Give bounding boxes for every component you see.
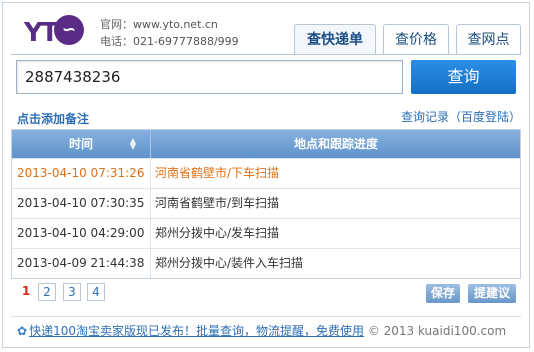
logo-text: YT: [24, 18, 59, 48]
tracking-number-input[interactable]: 2887438236: [16, 60, 403, 94]
row-location: 河南省鹤壁市/到车扫描: [155, 196, 280, 210]
row-location: 郑州分拨中心/装件入车扫描: [155, 256, 304, 270]
copyright: © 2013 kuaidi100.com: [367, 324, 507, 338]
tab-price[interactable]: 查价格: [383, 24, 449, 54]
website-url[interactable]: www.yto.net.cn: [133, 18, 218, 31]
tab-outlets[interactable]: 查网点: [456, 24, 521, 54]
suggest-button[interactable]: 提建议: [468, 284, 516, 303]
tracking-table: 时间 ▲ ▼ 地点和跟踪进度 2013-04-10 07:31:26 河南省鹤壁市…: [11, 129, 521, 279]
page-4[interactable]: 4: [87, 283, 105, 301]
promo-link[interactable]: 快递100淘宝卖家版现已发布！批量查询，物流提醒，免费使用: [29, 324, 364, 338]
search-bar: 2887438236 查询: [11, 54, 521, 100]
page-1[interactable]: 1: [17, 283, 35, 301]
table-row: 2013-04-10 07:30:35 河南省鹤壁市/到车扫描: [12, 188, 520, 218]
column-divider: [150, 189, 151, 218]
row-time: 2013-04-09 21:44:38: [17, 256, 145, 270]
page-3[interactable]: 3: [63, 283, 81, 301]
add-note-link[interactable]: 点击添加备注: [17, 110, 89, 127]
table-row: 2013-04-10 04:29:00 郑州分拨中心/发车扫描: [12, 218, 520, 248]
footer: ✿ 快递100淘宝卖家版现已发布！批量查询，物流提醒，免费使用 © 2013 ku…: [17, 322, 506, 339]
history-link[interactable]: 查询记录（百度登陆）: [401, 108, 521, 125]
save-button[interactable]: 保存: [426, 284, 460, 303]
site-info: 官网：www.yto.net.cn 电话：021-69777888/999: [100, 16, 239, 50]
row-location: 郑州分拨中心/发车扫描: [155, 226, 280, 240]
table-row: 2013-04-09 21:44:38 郑州分拨中心/装件入车扫描: [12, 248, 520, 278]
tab-track-package[interactable]: 查快递单: [294, 24, 376, 54]
row-time: 2013-04-10 04:29:00: [17, 226, 145, 240]
sort-icon[interactable]: ▲ ▼: [128, 137, 138, 151]
row-location: 河南省鹤壁市/下车扫描: [155, 166, 280, 180]
gear-icon: ✿: [17, 324, 28, 338]
location-column-header: 地点和跟踪进度: [293, 137, 378, 151]
table-header: 时间 ▲ ▼ 地点和跟踪进度: [12, 130, 520, 158]
phone-number: 021-69777888/999: [133, 35, 239, 48]
row-time: 2013-04-10 07:31:26: [17, 166, 145, 180]
table-row: 2013-04-10 07:31:26 河南省鹤壁市/下车扫描: [12, 158, 520, 188]
page-2[interactable]: 2: [38, 283, 56, 301]
logo-circle-icon: ∽: [54, 15, 84, 45]
column-divider: [150, 249, 151, 278]
row-time: 2013-04-10 07:30:35: [17, 196, 145, 210]
search-button[interactable]: 查询: [411, 60, 516, 94]
column-divider: [150, 219, 151, 248]
footer-divider: [11, 316, 521, 317]
yto-logo: YT ∽: [24, 15, 84, 51]
column-divider: [150, 159, 151, 188]
phone-label: 电话：: [100, 35, 133, 48]
website-label: 官网：: [100, 18, 133, 31]
